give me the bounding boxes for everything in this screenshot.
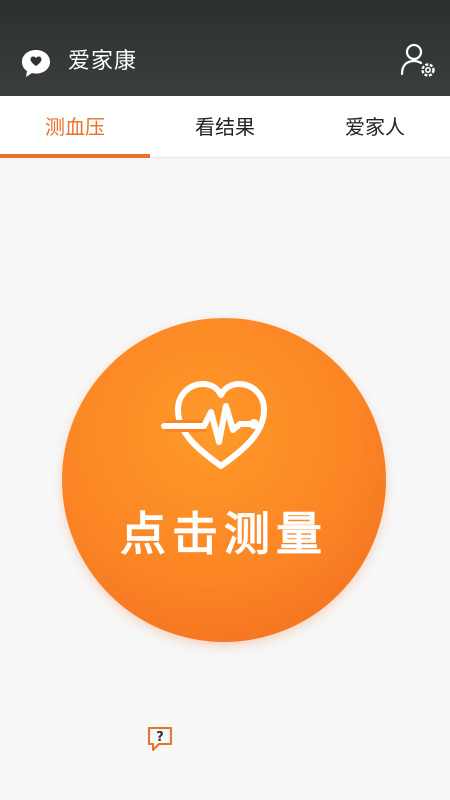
chat-heart-logo-icon (22, 50, 50, 77)
heart-pulse-icon (161, 381, 267, 469)
tab-bar: 测血压 看结果 爱家人 (0, 96, 450, 158)
tab-view-results[interactable]: 看结果 (150, 96, 300, 157)
app-bar: 爱家康 (0, 0, 450, 96)
measure-button-label: 点击测量 (120, 507, 328, 561)
measure-button[interactable]: 点击测量 (62, 318, 386, 642)
tab-measure-bp[interactable]: 测血压 (0, 96, 150, 158)
tab-family[interactable]: 爱家人 (300, 96, 450, 157)
app-title: 爱家康 (68, 49, 138, 74)
main-content: 点击测量 ? (0, 158, 450, 800)
user-settings-icon[interactable] (398, 40, 438, 80)
fade-overlay (168, 718, 328, 758)
svg-text:?: ? (156, 730, 164, 745)
